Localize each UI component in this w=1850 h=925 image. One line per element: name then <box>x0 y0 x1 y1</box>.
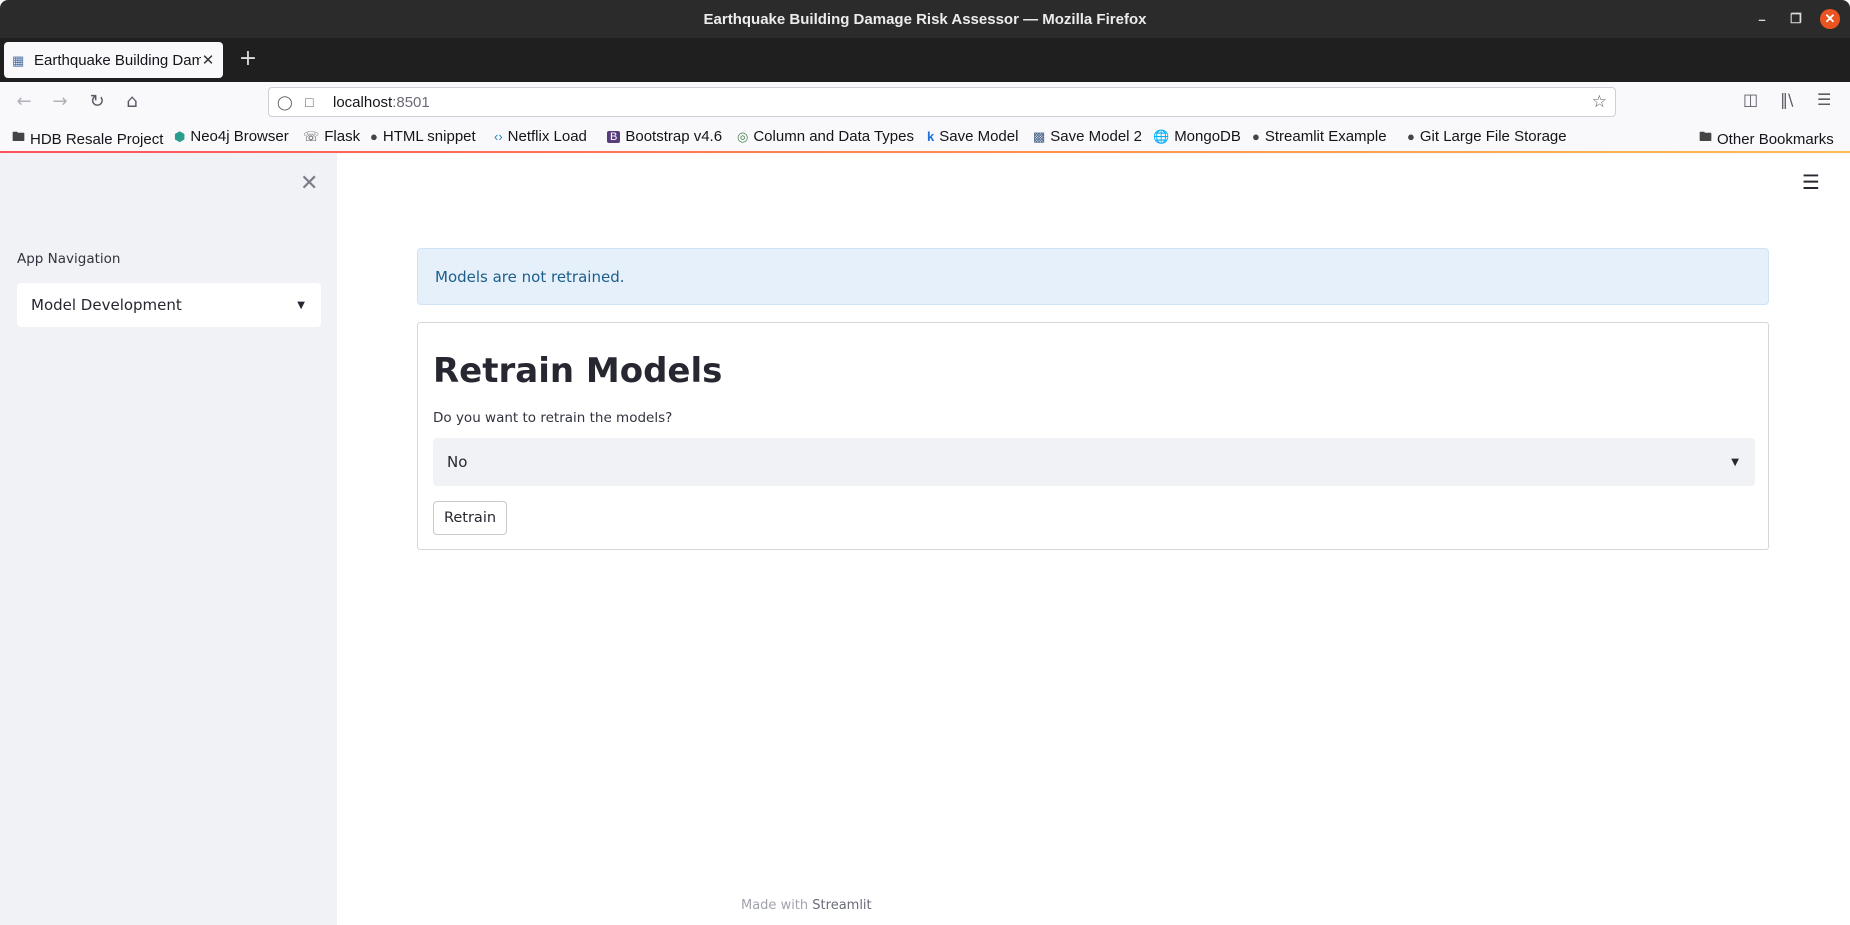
app-navigation-value: Model Development <box>31 296 182 314</box>
page-title: Retrain Models <box>433 351 723 391</box>
k-icon: k <box>927 129 935 144</box>
globe-icon: 🌐 <box>1153 128 1170 144</box>
bookmark-hdb[interactable]: 🖿 HDB Resale Project <box>12 128 163 150</box>
bookmark-label: Neo4j Browser <box>190 128 289 145</box>
bookmark-column-data-types[interactable]: ◎ Column and Data Types <box>737 128 914 145</box>
url-host: localhost <box>333 93 393 111</box>
close-sidebar-icon[interactable]: ✕ <box>300 171 318 196</box>
bookmark-label: Git Large File Storage <box>1419 128 1567 145</box>
home-icon[interactable]: ⌂ <box>120 90 144 114</box>
folder-icon: 🖿 <box>1699 129 1713 144</box>
bookmark-save-model-2[interactable]: ▩ Save Model 2 <box>1033 128 1142 145</box>
retrain-select[interactable]: No ▼ <box>433 438 1755 486</box>
url-bar[interactable]: ◯ □ localhost:8501 ☆ <box>268 87 1616 117</box>
tab-title: Earthquake Building Dam <box>34 51 201 69</box>
minimize-icon[interactable]: – <box>1752 9 1772 29</box>
bookmark-neo4j[interactable]: ⬢ Neo4j Browser <box>174 128 289 145</box>
bookmark-other[interactable]: 🖿 Other Bookmarks <box>1699 128 1834 150</box>
neo4j-icon: ⬢ <box>174 128 186 144</box>
code-icon: ‹› <box>494 129 503 144</box>
shield-icon[interactable]: ◯ <box>277 94 295 111</box>
app-menu-icon[interactable]: ☰ <box>1817 90 1831 109</box>
building-icon: ▦ <box>12 53 25 68</box>
library-icon[interactable]: ‖\ <box>1780 90 1793 109</box>
sidebar-nav-label: App Navigation <box>17 251 121 267</box>
pocket-icon[interactable]: ◫ <box>1743 90 1758 109</box>
bookmark-label: HDB Resale Project <box>30 130 164 148</box>
forward-icon[interactable]: → <box>48 90 72 114</box>
window-title: Earthquake Building Damage Risk Assessor… <box>703 10 1147 28</box>
bookmark-streamlit-example[interactable]: ● Streamlit Example <box>1252 128 1387 145</box>
close-window-icon[interactable]: ✕ <box>1820 9 1840 29</box>
bookmark-save-model[interactable]: k Save Model <box>927 128 1018 145</box>
footer: Made with Streamlit <box>741 898 872 913</box>
footer-brand-link[interactable]: Streamlit <box>812 898 871 913</box>
tab-strip: ▦ Earthquake Building Dam ✕ + <box>0 38 1850 82</box>
target-icon: ◎ <box>737 128 749 144</box>
url-text[interactable]: localhost:8501 <box>333 94 430 111</box>
retrain-button[interactable]: Retrain <box>433 501 507 535</box>
bookmark-label: MongoDB <box>1174 128 1241 145</box>
bootstrap-icon: B <box>607 130 621 143</box>
flask-icon: ☏ <box>303 128 320 144</box>
chevron-down-icon: ▼ <box>1731 456 1739 468</box>
image-icon: ▩ <box>1033 128 1046 144</box>
footer-prefix: Made with <box>741 898 813 913</box>
github-icon: ● <box>1252 129 1260 144</box>
navigation-bar: ← → ↻ ⌂ ◯ □ localhost:8501 ☆ ◫ ‖\ ☰ <box>0 82 1850 123</box>
bookmark-label: Streamlit Example <box>1264 128 1387 145</box>
chevron-down-icon: ▼ <box>297 299 305 311</box>
github-icon: ● <box>1407 129 1415 144</box>
window-titlebar: Earthquake Building Damage Risk Assessor… <box>0 0 1850 38</box>
retrain-question-label: Do you want to retrain the models? <box>433 410 673 426</box>
folder-icon: 🖿 <box>12 129 26 144</box>
browser-tab[interactable]: ▦ Earthquake Building Dam ✕ <box>4 42 223 78</box>
bookmark-label: Column and Data Types <box>753 128 914 145</box>
back-icon[interactable]: ← <box>12 90 36 114</box>
page-icon[interactable]: □ <box>305 94 323 110</box>
new-tab-icon[interactable]: + <box>236 48 260 72</box>
bookmark-html-snippet[interactable]: ● HTML snippet <box>370 128 476 145</box>
bookmark-label: Save Model 2 <box>1050 128 1143 145</box>
bookmark-label: Save Model <box>939 128 1019 145</box>
reload-icon[interactable]: ↻ <box>85 90 109 114</box>
bookmark-netflix-load[interactable]: ‹› Netflix Load <box>494 128 587 145</box>
retrain-select-value: No <box>447 453 468 471</box>
hamburger-menu-icon[interactable]: ☰ <box>1802 170 1820 194</box>
url-port: :8501 <box>392 93 430 111</box>
retrain-form: Retrain Models Do you want to retrain th… <box>417 322 1769 550</box>
restore-icon[interactable]: ❐ <box>1786 9 1806 29</box>
bookmark-label: Other Bookmarks <box>1717 130 1834 148</box>
bookmark-star-icon[interactable]: ☆ <box>1592 92 1607 112</box>
bookmark-label: HTML snippet <box>382 128 476 145</box>
bookmark-label: Netflix Load <box>507 128 587 145</box>
bookmark-flask[interactable]: ☏ Flask <box>303 128 360 145</box>
info-alert: Models are not retrained. <box>417 248 1769 305</box>
bookmarks-toolbar: 🖿 HDB Resale Project ⬢ Neo4j Browser ☏ Flas… <box>0 122 1850 154</box>
bookmark-label: Bootstrap v4.6 <box>625 128 723 145</box>
bookmark-git-lfs[interactable]: ● Git Large File Storage <box>1407 128 1567 145</box>
bookmark-mongodb[interactable]: 🌐 MongoDB <box>1153 128 1241 145</box>
info-alert-text: Models are not retrained. <box>435 267 625 286</box>
tab-close-icon[interactable]: ✕ <box>201 51 215 69</box>
sidebar: ✕ App Navigation Model Development ▼ <box>0 153 337 925</box>
bookmark-bootstrap[interactable]: B Bootstrap v4.6 <box>607 128 722 145</box>
bookmark-label: Flask <box>324 128 361 145</box>
app-navigation-select[interactable]: Model Development ▼ <box>17 283 321 327</box>
github-icon: ● <box>370 129 378 144</box>
